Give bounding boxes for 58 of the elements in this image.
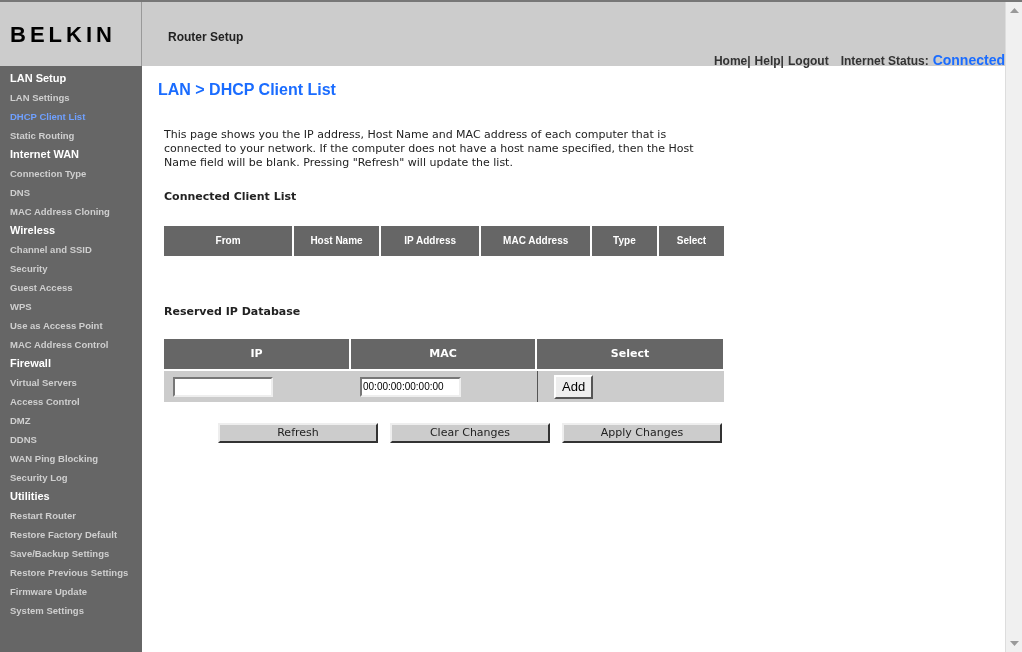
add-button[interactable]: Add [554,374,594,399]
sidebar-item[interactable]: DNS [0,183,142,202]
status-label: Internet Status: [840,53,929,70]
sidebar-item[interactable]: MAC Address Cloning [0,202,142,221]
sidebar-item[interactable]: Channel and SSID [0,240,142,259]
sidebar-heading: Wireless [9,223,57,238]
sidebar-heading: Internet WAN [9,147,81,162]
column-header: Select [537,339,723,369]
page-header-title: Router Setup [168,29,245,46]
sidebar-item[interactable]: Restore Previous Settings [0,563,142,582]
sidebar-item[interactable]: Security Log [0,468,142,487]
section-title: Connected Client List [164,189,298,205]
header-link[interactable]: Logout [788,52,829,70]
sidebar-item[interactable]: DHCP Client List [0,107,142,126]
sidebar-item[interactable]: Static Routing [0,126,142,145]
sidebar-item[interactable]: DDNS [0,430,142,449]
column-header: From [164,225,293,256]
column-header: IP Address [380,225,480,256]
sidebar-item[interactable]: Firmware Update [0,582,142,601]
sidebar-item[interactable]: WPS [0,297,142,316]
sidebar-item[interactable]: Access Control [0,392,142,411]
sidebar-item[interactable]: Connection Type [0,164,142,183]
sidebar-item[interactable]: Use as Access Point [0,316,142,335]
sidebar-item[interactable]: Virtual Servers [0,373,142,392]
page-title: LAN > DHCP Client List [158,80,337,100]
sidebar-item[interactable]: Guest Access [0,278,142,297]
sidebar-item[interactable]: Security [0,259,142,278]
description-text: This page shows you the IP address, Host Name and MAC address of each computer that is connected to your network. If the computer does not have a host name specified, then the Host Name field will be blank. Pressing "Refresh" will update the list. [164,128,695,170]
column-header: MAC Address [481,225,590,256]
action-button[interactable]: Clear Changes [390,423,550,443]
column-header: Type [591,225,657,256]
scrollbar[interactable] [1005,2,1022,652]
section-title: Reserved IP Database [164,303,302,320]
sidebar-heading: Firewall [9,356,52,371]
sidebar-item[interactable]: DMZ [0,411,142,430]
column-header: Host Name [294,225,379,256]
status-value: Connected [932,51,1005,70]
column-header: Select [658,225,724,256]
brand-logo: BELKIN [10,20,116,49]
sidebar-item[interactable]: LAN Settings [0,88,142,107]
sidebar-item[interactable]: WAN Ping Blocking [0,449,142,468]
sidebar-item[interactable]: Save/Backup Settings [0,544,142,563]
ip-input[interactable] [173,376,273,397]
action-button[interactable]: Apply Changes [562,423,722,443]
sidebar-item[interactable]: Restart Router [0,506,142,525]
column-header: MAC [351,339,535,369]
sidebar-heading: LAN Setup [9,71,68,86]
scroll-down-icon[interactable] [1009,641,1019,646]
sidebar-item[interactable]: System Settings [0,601,142,620]
sidebar-item[interactable]: Restore Factory Default [0,525,142,544]
sidebar-item[interactable]: MAC Address Control [0,335,142,354]
mac-input[interactable]: 00:00:00:00:00:00 [360,376,461,397]
sidebar-heading: Utilities [9,489,51,504]
column-header: IP [164,339,349,369]
scroll-up-icon[interactable] [1009,8,1019,13]
action-button[interactable]: Refresh [218,423,378,443]
header-link[interactable]: Home| [713,52,751,70]
header-link[interactable]: Help| [754,52,784,70]
